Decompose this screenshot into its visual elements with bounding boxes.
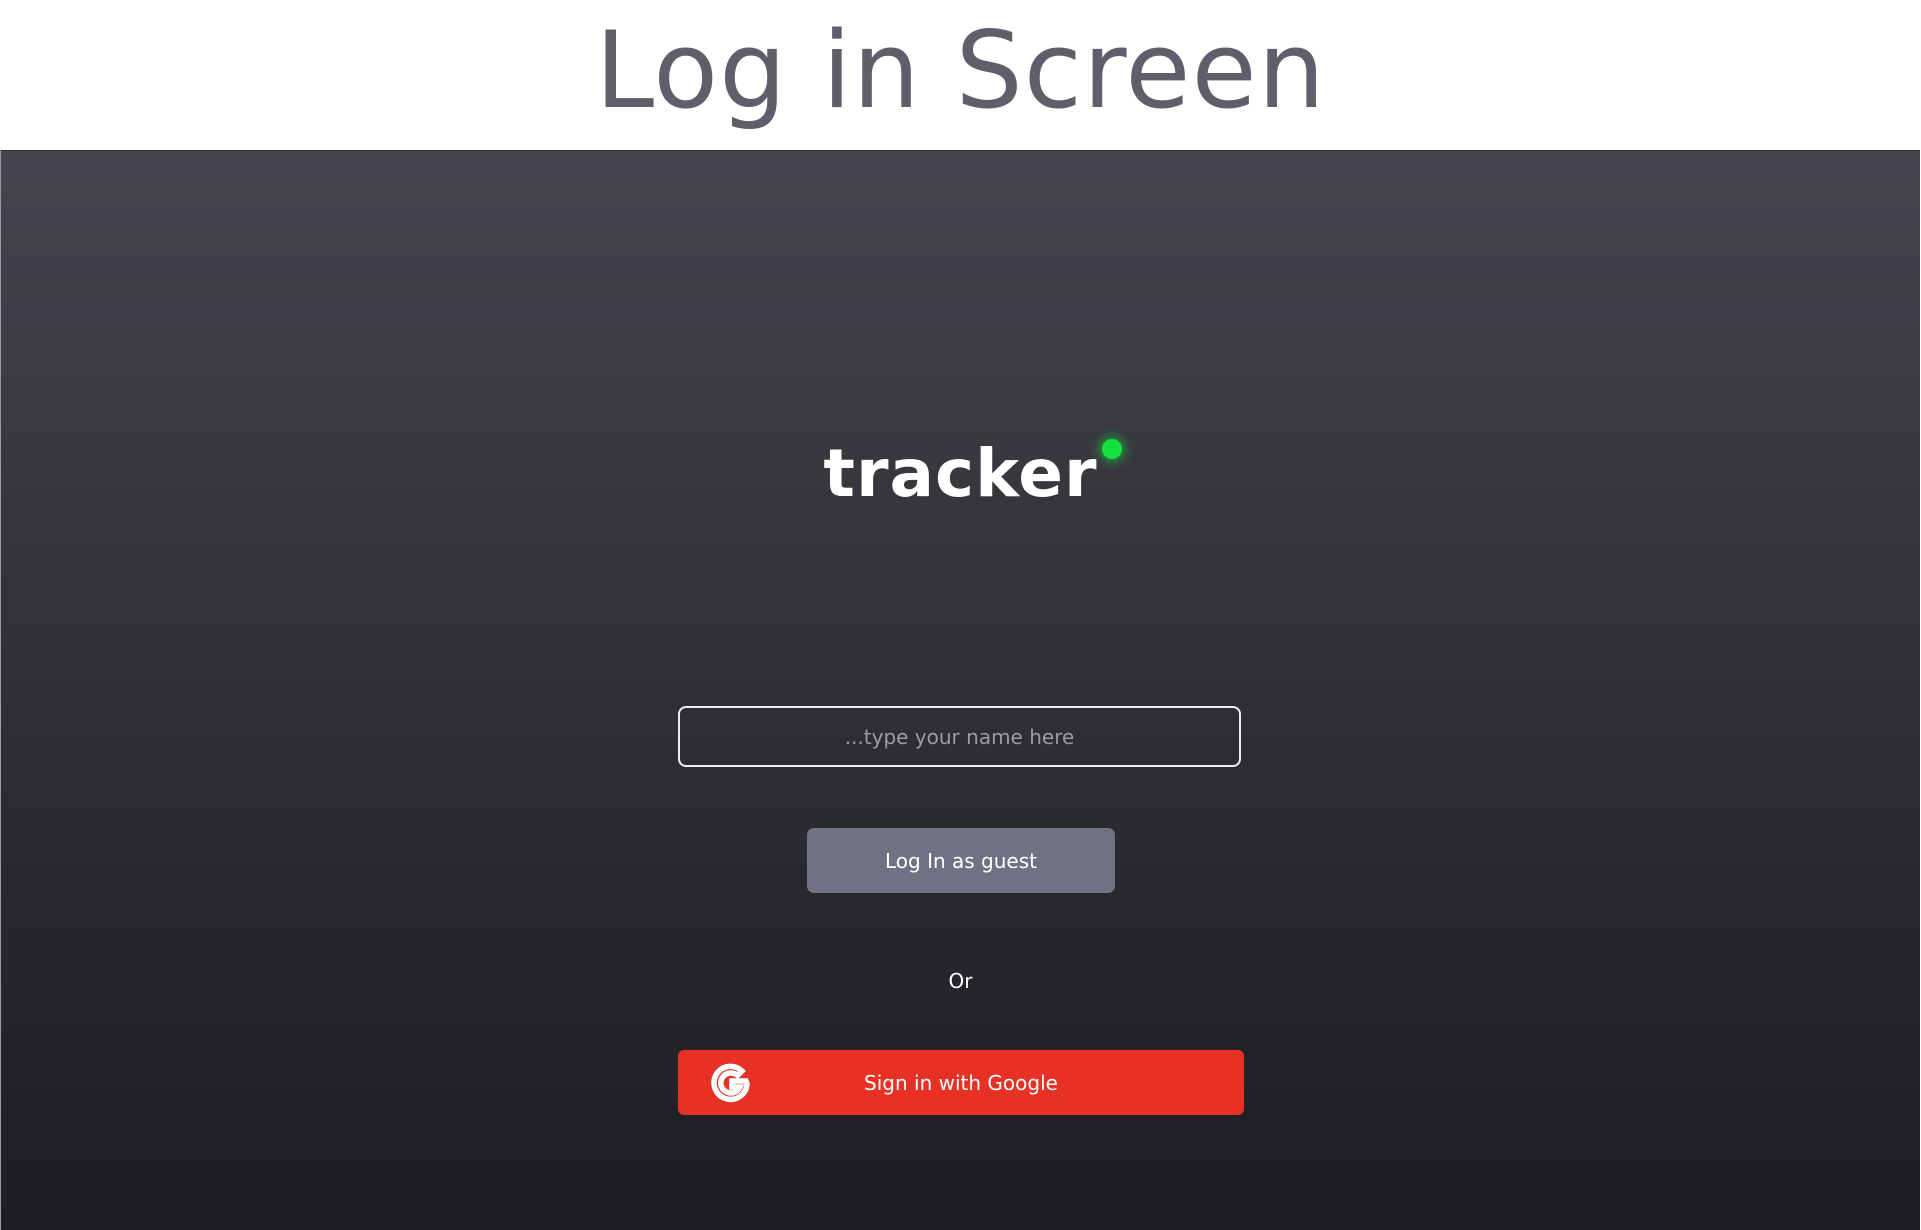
guest-login-button[interactable]: Log In as guest xyxy=(807,828,1115,893)
app-logo: tracker xyxy=(1,439,1920,507)
page: Log in Screen tracker Log In as guest Or… xyxy=(0,0,1921,1230)
google-g-icon xyxy=(711,1063,750,1103)
page-title: Log in Screen xyxy=(595,9,1326,132)
page-header: Log in Screen xyxy=(0,0,1921,150)
or-separator: Or xyxy=(948,969,973,993)
name-input[interactable] xyxy=(678,706,1241,767)
status-dot-icon xyxy=(1101,439,1122,459)
logo-wrapper: tracker xyxy=(823,439,1122,507)
google-sign-in-button[interactable]: Sign in with Google xyxy=(678,1050,1244,1115)
login-screen: tracker Log In as guest Or Sign in with … xyxy=(0,150,1920,1230)
logo-text: tracker xyxy=(823,435,1098,512)
google-button-label: Sign in with Google xyxy=(864,1070,1058,1095)
